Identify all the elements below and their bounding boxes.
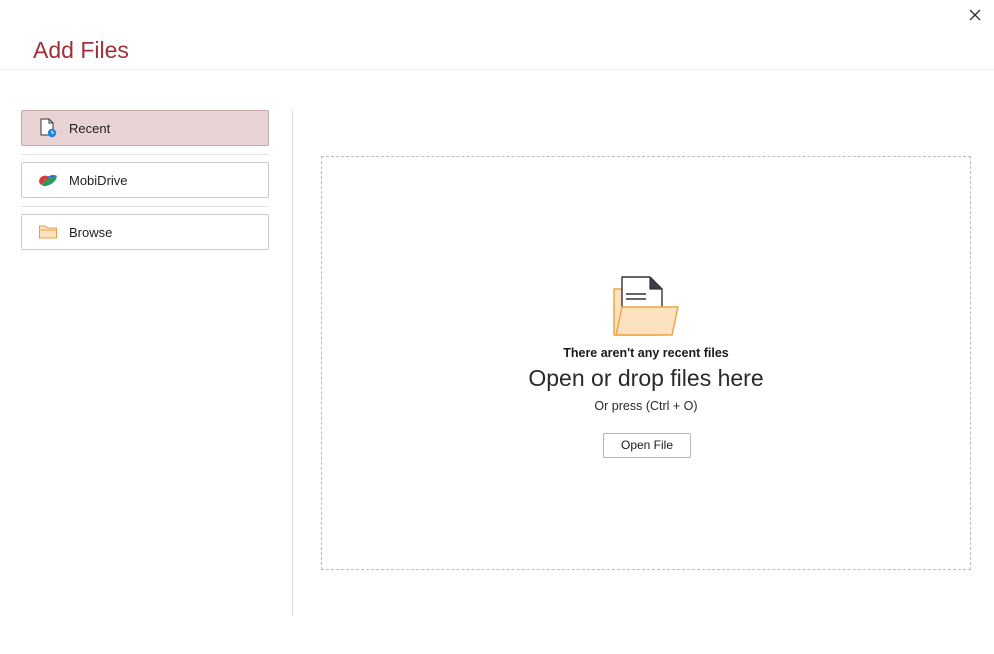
folder-icon [38,222,58,242]
document-folder-icon [613,276,679,336]
sidebar-item-browse[interactable]: Browse [21,214,269,250]
add-files-dialog: Add Files Recent MobiDrive Browse There … [0,0,994,654]
sidebar-item-mobidrive[interactable]: MobiDrive [21,162,269,198]
sidebar-divider [21,206,269,207]
sidebar-item-label: Recent [69,121,111,136]
sidebar-item-label: Browse [69,225,113,240]
shortcut-hint: Or press (Ctrl + O) [594,399,698,413]
header-divider [0,69,994,70]
sidebar-item-recent[interactable]: Recent [21,110,269,146]
recent-file-icon [38,118,58,138]
open-file-button[interactable]: Open File [603,433,691,458]
mobidrive-logo-icon [38,170,58,190]
sidebar-divider [21,154,269,155]
close-icon [969,9,981,21]
dialog-title: Add Files [33,37,129,63]
empty-state-title: There aren't any recent files [563,346,729,360]
vertical-divider [292,110,293,616]
file-drop-zone[interactable]: There aren't any recent files Open or dr… [321,156,971,570]
sidebar-item-label: MobiDrive [69,173,128,188]
close-button[interactable] [964,4,986,26]
drop-instruction: Open or drop files here [528,365,764,391]
sidebar: Recent MobiDrive Browse [21,110,269,250]
